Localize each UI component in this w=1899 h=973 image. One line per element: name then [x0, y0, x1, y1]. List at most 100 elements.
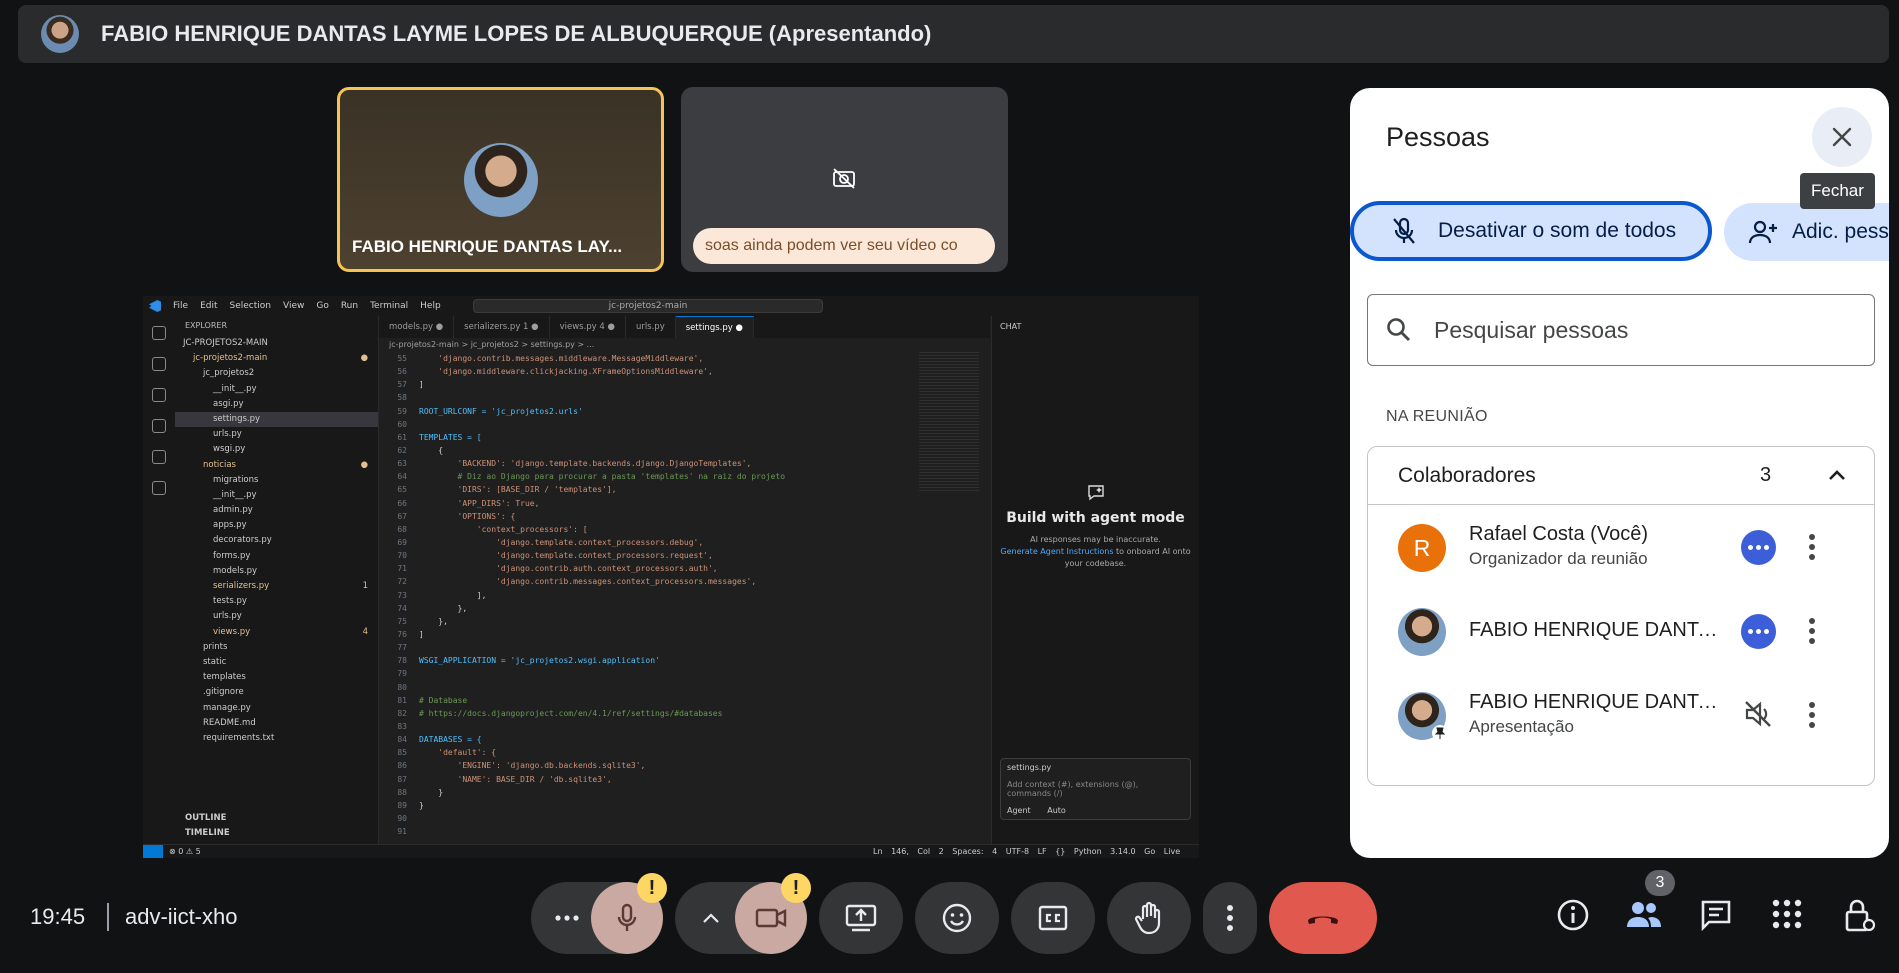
code-line: 85 'default': {	[397, 748, 497, 758]
tree-item: wsgi.py	[213, 444, 246, 455]
more-horiz-icon	[555, 915, 579, 921]
people-icon[interactable]	[1625, 898, 1663, 932]
participant-role: Organizador da reunião	[1469, 549, 1648, 568]
remote-indicator	[143, 845, 163, 858]
code-line: 67 'OPTIONS': {	[397, 511, 516, 521]
code-line: 88 }	[397, 787, 444, 797]
raise-hand-button[interactable]	[1107, 882, 1191, 954]
code-line: 59 ROOT_URLCONF = 'jc_projetos2.urls'	[397, 406, 583, 416]
status-bar: ⊗ 0 ⚠ 5 Ln 146, Col 2 Spaces: 4 UTF-8 LF…	[143, 844, 1199, 858]
tree-item: jc_projetos2	[203, 368, 255, 379]
pin-icon	[1432, 725, 1448, 741]
menu-run: Run	[340, 301, 359, 311]
microphone-button[interactable]: !	[591, 873, 667, 954]
participant-name: FABIO HENRIQUE DANTA...	[1469, 619, 1719, 641]
leave-call-button[interactable]	[1269, 882, 1377, 954]
chat-title: Build with agent mode	[1006, 510, 1185, 526]
emoji-icon	[942, 903, 972, 933]
avatar	[464, 143, 538, 217]
add-person-icon	[1748, 220, 1777, 244]
add-people-label: Adic. pessoas	[1792, 220, 1889, 243]
presenter-avatar	[41, 15, 79, 53]
chat-placeholder: Add context (#), extensions (@), command…	[1007, 780, 1139, 798]
code-line: 89}	[397, 800, 424, 810]
code-line: 60	[397, 419, 407, 429]
explorer: EXPLORER JC-PROJETOS2-MAIN jc-projetos2-m…	[175, 316, 379, 844]
participant-row[interactable]: FABIO HENRIQUE DANTA... Apresentação	[1368, 673, 1874, 757]
self-tile[interactable]: soas ainda podem ver seu vídeo co	[681, 87, 1008, 272]
tree-item: JC-PROJETOS2-MAIN	[183, 338, 268, 348]
activities-grid-icon[interactable]	[1771, 898, 1803, 930]
more-options-button[interactable]	[1203, 882, 1257, 954]
search-input[interactable]	[1434, 316, 1834, 344]
collaborators-header[interactable]: Colaboradores 3	[1368, 447, 1874, 505]
camera-off-icon	[755, 908, 787, 928]
code-line: 87 'NAME': BASE_DIR / 'db.sqlite3',	[397, 774, 612, 784]
participant-name: FABIO HENRIQUE DANTA...	[1469, 691, 1719, 713]
chat-note: AI responses may be inaccurate.	[1030, 535, 1161, 544]
code-line: 74 },	[397, 603, 468, 613]
tree-item: views.py 4	[213, 626, 368, 637]
chat-icon[interactable]	[1699, 898, 1733, 932]
tree-item: migrations	[213, 474, 259, 485]
audio-indicator-icon	[1741, 530, 1776, 565]
more-options-icon[interactable]	[1808, 701, 1816, 729]
tree-item: urls.py	[213, 611, 242, 622]
menu-edit: Edit	[200, 301, 218, 311]
editor-tab: views.py 4 ●	[550, 316, 626, 338]
status-problems: ⊗ 0 ⚠ 5	[169, 847, 201, 856]
close-tooltip: Fechar	[1800, 173, 1875, 209]
code-line: 77	[397, 643, 407, 653]
chat-input: settings.py Add context (#), extensions …	[1000, 758, 1191, 820]
menu-file: File	[173, 301, 189, 311]
info-icon[interactable]	[1556, 898, 1590, 932]
participants-count-badge: 3	[1645, 870, 1675, 896]
search-icon	[1387, 318, 1410, 341]
timeline-section: TIMELINE	[185, 827, 230, 838]
tree-item: __init__.py	[213, 489, 257, 500]
present-screen-button[interactable]	[819, 882, 903, 954]
code-line: 84 DATABASES = {	[397, 735, 482, 745]
menu-go: Go	[316, 301, 329, 311]
mute-all-label: Desativar o som de todos	[1438, 219, 1677, 242]
sparkle-chat-icon	[1088, 485, 1104, 501]
close-button[interactable]	[1812, 107, 1872, 167]
host-controls-lock-icon[interactable]	[1843, 898, 1877, 934]
captions-button[interactable]	[1011, 882, 1095, 954]
minimap	[919, 352, 979, 492]
chevron-up-icon[interactable]	[1826, 464, 1848, 486]
code-line: 56 'django.middleware.clickjacking.XFram…	[397, 367, 713, 377]
code-line: 86 'ENGINE': 'django.db.backends.sqlite3…	[397, 761, 646, 771]
chevron-up-icon	[703, 913, 719, 923]
code-line: 58	[397, 393, 407, 403]
chat-context-file: settings.py	[1007, 763, 1052, 772]
run-icon	[152, 419, 166, 433]
add-people-button[interactable]: Adic. pessoas	[1724, 203, 1889, 261]
chat-subtitle: AI responses may be inaccurate. Generate…	[992, 534, 1199, 570]
reactions-button[interactable]	[915, 882, 999, 954]
code-line: 62 {	[397, 445, 444, 455]
code-line: 79	[397, 669, 407, 679]
more-options-icon[interactable]	[1808, 533, 1816, 561]
section-label: NA REUNIÃO	[1386, 408, 1488, 425]
testing-icon	[152, 481, 166, 495]
more-options-icon[interactable]	[1808, 617, 1816, 645]
participant-row[interactable]: R Rafael Costa (Você) Organizador da reu…	[1368, 505, 1874, 589]
extensions-icon	[152, 450, 166, 464]
hand-icon	[1134, 901, 1161, 935]
participant-name: Rafael Costa (Você)	[1469, 523, 1648, 545]
search-people[interactable]	[1367, 294, 1875, 366]
participant-row[interactable]: FABIO HENRIQUE DANTA...	[1368, 589, 1874, 673]
code-line: 65 'DIRS': [BASE_DIR / 'templates'],	[397, 485, 617, 495]
tree-item: admin.py	[213, 505, 253, 516]
code-line: 76]	[397, 629, 424, 639]
participant-tile-fabio[interactable]: FABIO HENRIQUE DANTAS LAY...	[337, 87, 664, 272]
divider	[107, 903, 109, 931]
mute-all-button[interactable]: Desativar o som de todos	[1350, 201, 1712, 261]
editor-tab: settings.py ●	[675, 316, 754, 338]
code-editor: 55 'django.contrib.messages.middleware.M…	[379, 352, 919, 844]
code-line: 83	[397, 721, 407, 731]
camera-button[interactable]: !	[735, 873, 811, 954]
volume-off-icon	[1745, 701, 1771, 727]
vscode-titlebar: File Edit Selection View Go Run Terminal…	[143, 296, 1199, 316]
